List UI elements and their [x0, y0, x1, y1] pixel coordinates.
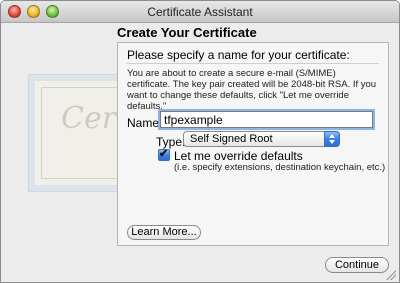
- window-title: Certificate Assistant: [147, 5, 253, 19]
- certificate-script-text: Certif: [61, 101, 121, 136]
- certificate-illustration: Certif: [1, 23, 121, 282]
- chevron-updown-icon: [324, 131, 340, 147]
- name-label: Name:: [127, 116, 163, 130]
- type-selected-value: Self Signed Root: [190, 133, 273, 145]
- override-defaults-hint: (i.e. specify extensions, destination ke…: [174, 162, 386, 173]
- certificate-frame: Certif: [28, 74, 121, 192]
- info-text: You are about to create a secure e-mail …: [127, 68, 377, 112]
- page-heading: Create Your Certificate: [117, 25, 257, 40]
- resize-grip-icon[interactable]: [386, 270, 396, 280]
- certificate-assistant-window: Certificate Assistant Certif Create Your…: [0, 0, 400, 283]
- name-field[interactable]: [160, 111, 373, 128]
- continue-button[interactable]: Continue: [325, 257, 389, 273]
- type-select[interactable]: Self Signed Root: [183, 131, 340, 147]
- content-panel: Please specify a name for your certifica…: [117, 42, 389, 246]
- divider: [127, 63, 379, 64]
- checkmark-icon: ✔: [159, 148, 169, 160]
- learn-more-button[interactable]: Learn More...: [127, 225, 201, 240]
- override-defaults-checkbox[interactable]: ✔: [158, 148, 170, 161]
- override-defaults-label[interactable]: Let me override defaults: [174, 149, 303, 163]
- title-bar[interactable]: Certificate Assistant: [1, 1, 399, 23]
- name-prompt: Please specify a name for your certifica…: [127, 48, 350, 62]
